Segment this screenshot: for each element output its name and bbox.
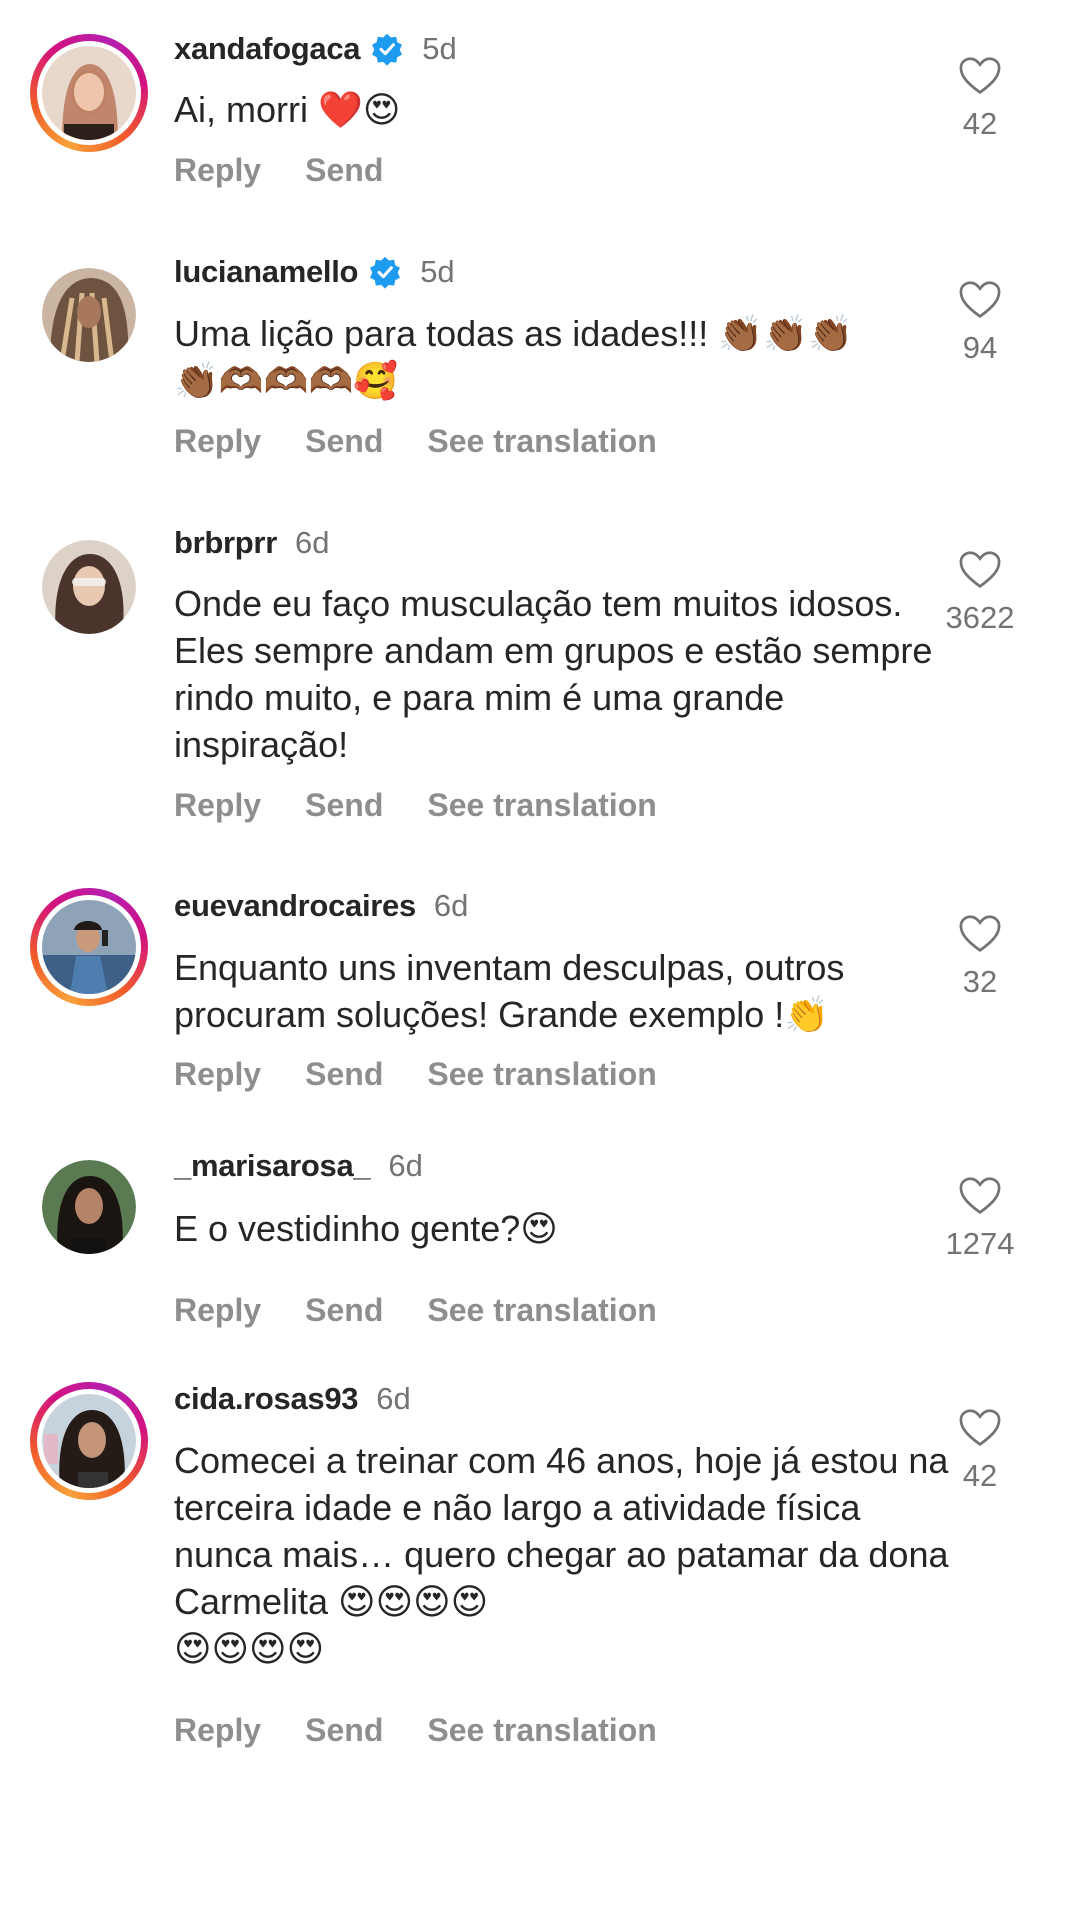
comment-text: Comecei a treinar com 46 anos, hoje já e…: [174, 1440, 949, 1669]
like-count: 94: [962, 330, 998, 365]
like-count: 3622: [945, 600, 1015, 635]
avatar[interactable]: [37, 1389, 141, 1493]
avatar-wrap[interactable]: [30, 528, 148, 646]
comment-actions: Reply Send See translation: [174, 785, 701, 825]
username[interactable]: cida.rosas93: [174, 1381, 359, 1417]
verified-badge-icon: [370, 256, 401, 289]
comment-header: xandafogaca 5d: [174, 28, 457, 70]
comment-header: lucianamello 5d: [174, 251, 455, 293]
avatar-wrap[interactable]: [30, 1148, 148, 1266]
reply-button[interactable]: Reply: [174, 1712, 261, 1749]
send-button[interactable]: Send: [305, 423, 383, 460]
send-button[interactable]: Send: [305, 1056, 383, 1093]
heart-icon[interactable]: [958, 1176, 1002, 1216]
see-translation-button[interactable]: See translation: [427, 1292, 656, 1329]
avatar-photo: [42, 900, 136, 994]
like-count: 42: [962, 1458, 998, 1493]
comment-header: _marisarosa_ 6d: [174, 1145, 423, 1187]
reply-button[interactable]: Reply: [174, 152, 261, 189]
like-area: 1274: [910, 1176, 1050, 1262]
see-translation-button[interactable]: See translation: [427, 787, 656, 824]
comment-age: 6d: [376, 1381, 411, 1416]
comment-actions: Reply Send: [174, 150, 427, 190]
avatar-photo: [42, 46, 136, 140]
comment-actions: Reply Send See translation: [174, 421, 701, 461]
comment-text: Uma lição para todas as idades!!! 👏🏾👏🏾👏🏾…: [174, 313, 853, 401]
avatar[interactable]: [42, 268, 136, 362]
comment-age: 5d: [420, 254, 455, 289]
avatar-photo: [42, 1394, 136, 1488]
heart-icon[interactable]: [958, 1408, 1002, 1448]
see-translation-button[interactable]: See translation: [427, 1712, 656, 1749]
comment-actions: Reply Send See translation: [174, 1054, 701, 1094]
send-button[interactable]: Send: [305, 1712, 383, 1749]
comment-text: Enquanto uns inventam desculpas, outros …: [174, 947, 845, 1035]
username[interactable]: xandafogaca: [174, 31, 361, 67]
send-button[interactable]: Send: [305, 1292, 383, 1329]
avatar-story-ring[interactable]: [30, 34, 148, 152]
reply-button[interactable]: Reply: [174, 1056, 261, 1093]
comment-text: Onde eu faço musculação tem muitos idoso…: [174, 583, 933, 765]
like-area: 32: [910, 914, 1050, 1000]
comment-age: 6d: [433, 888, 469, 923]
heart-icon[interactable]: [958, 550, 1002, 590]
like-count: 32: [962, 964, 998, 999]
comment-text: Ai, morri ❤️😍: [174, 89, 401, 130]
heart-icon[interactable]: [958, 56, 1002, 96]
username[interactable]: lucianamello: [174, 254, 358, 290]
avatar[interactable]: [42, 1160, 136, 1254]
username[interactable]: brbrprr: [174, 525, 277, 561]
like-count: 42: [962, 106, 998, 141]
avatar-photo: [42, 1160, 136, 1254]
send-button[interactable]: Send: [305, 152, 383, 189]
reply-button[interactable]: Reply: [174, 1292, 261, 1329]
comment-header: cida.rosas93 6d: [174, 1378, 411, 1420]
like-count: 1274: [945, 1226, 1015, 1261]
avatar-photo: [42, 540, 136, 634]
username[interactable]: euevandrocaires: [174, 888, 416, 924]
comment-header: euevandrocaires 6d: [174, 885, 468, 927]
avatar-wrap[interactable]: [30, 256, 148, 374]
avatar[interactable]: [42, 540, 136, 634]
like-area: 42: [910, 1408, 1050, 1494]
heart-icon[interactable]: [958, 914, 1002, 954]
see-translation-button[interactable]: See translation: [427, 423, 656, 460]
see-translation-button[interactable]: See translation: [427, 1056, 656, 1093]
username[interactable]: _marisarosa_: [174, 1148, 371, 1184]
comment-age: 6d: [294, 525, 330, 560]
send-button[interactable]: Send: [305, 787, 383, 824]
comment-actions: Reply Send See translation: [174, 1290, 701, 1330]
avatar[interactable]: [37, 895, 141, 999]
avatar-photo: [42, 268, 136, 362]
comment-text: E o vestidinho gente?😍: [174, 1208, 558, 1249]
comment-age: 6d: [388, 1148, 423, 1183]
avatar[interactable]: [37, 41, 141, 145]
like-area: 94: [910, 280, 1050, 366]
avatar-story-ring[interactable]: [30, 1382, 148, 1500]
reply-button[interactable]: Reply: [174, 423, 261, 460]
verified-badge-icon: [372, 33, 403, 66]
like-area: 3622: [910, 550, 1050, 636]
comment-actions: Reply Send See translation: [174, 1710, 701, 1750]
comment-age: 5d: [422, 31, 457, 66]
avatar-story-ring[interactable]: [30, 888, 148, 1006]
reply-button[interactable]: Reply: [174, 787, 261, 824]
heart-icon[interactable]: [958, 280, 1002, 320]
like-area: 42: [910, 56, 1050, 142]
comment-header: brbrprr 6d: [174, 522, 329, 564]
